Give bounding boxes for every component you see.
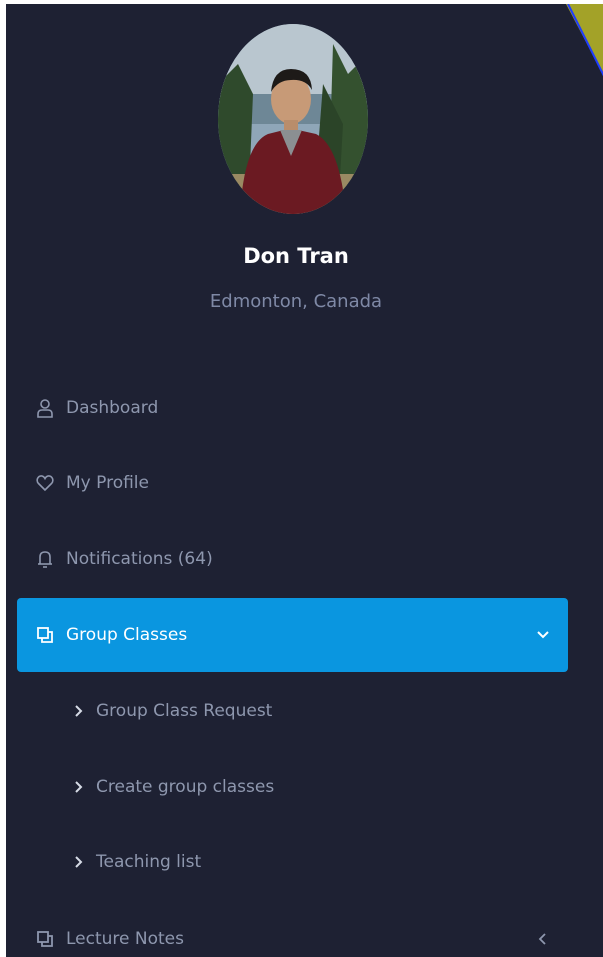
submenu-label: Create group classes (96, 777, 275, 797)
copy-icon (35, 625, 55, 645)
nav-item-lecture-notes[interactable]: Lecture Notes (17, 902, 568, 957)
nav-label-group-classes: Group Classes (66, 625, 188, 645)
corner-decoration (566, 4, 603, 77)
chevron-right-icon (72, 854, 84, 870)
chevron-down-icon[interactable] (536, 628, 550, 642)
user-location: Edmonton, Canada (209, 291, 383, 312)
nav-label-notifications: Notifications (64) (66, 549, 213, 569)
sidebar: Don Tran Edmonton, Canada Dashboard My P… (6, 4, 603, 957)
heart-icon (35, 473, 55, 493)
submenu-item-teaching-list[interactable]: Teaching list (72, 842, 522, 882)
nav-label-my-profile: My Profile (66, 473, 149, 493)
avatar[interactable] (218, 24, 368, 214)
chevron-right-icon (72, 779, 84, 795)
chevron-left-icon[interactable] (536, 932, 550, 946)
nav-label-dashboard: Dashboard (66, 398, 159, 418)
user-icon (35, 398, 55, 418)
bell-icon (35, 549, 55, 569)
submenu-item-create-group-classes[interactable]: Create group classes (72, 767, 522, 807)
nav-item-group-classes[interactable]: Group Classes (17, 598, 568, 672)
submenu-label: Teaching list (96, 852, 202, 872)
nav-item-dashboard[interactable]: Dashboard (17, 371, 568, 445)
nav-item-notifications[interactable]: Notifications (64) (17, 522, 568, 596)
nav-label-lecture-notes: Lecture Notes (66, 929, 184, 949)
app-frame: Don Tran Edmonton, Canada Dashboard My P… (0, 0, 603, 957)
copy-icon (35, 929, 55, 949)
submenu-label: Group Class Request (96, 701, 273, 721)
submenu-item-group-class-request[interactable]: Group Class Request (72, 691, 522, 731)
user-name: Don Tran (243, 244, 349, 268)
chevron-right-icon (72, 703, 84, 719)
nav-item-my-profile[interactable]: My Profile (17, 446, 568, 520)
